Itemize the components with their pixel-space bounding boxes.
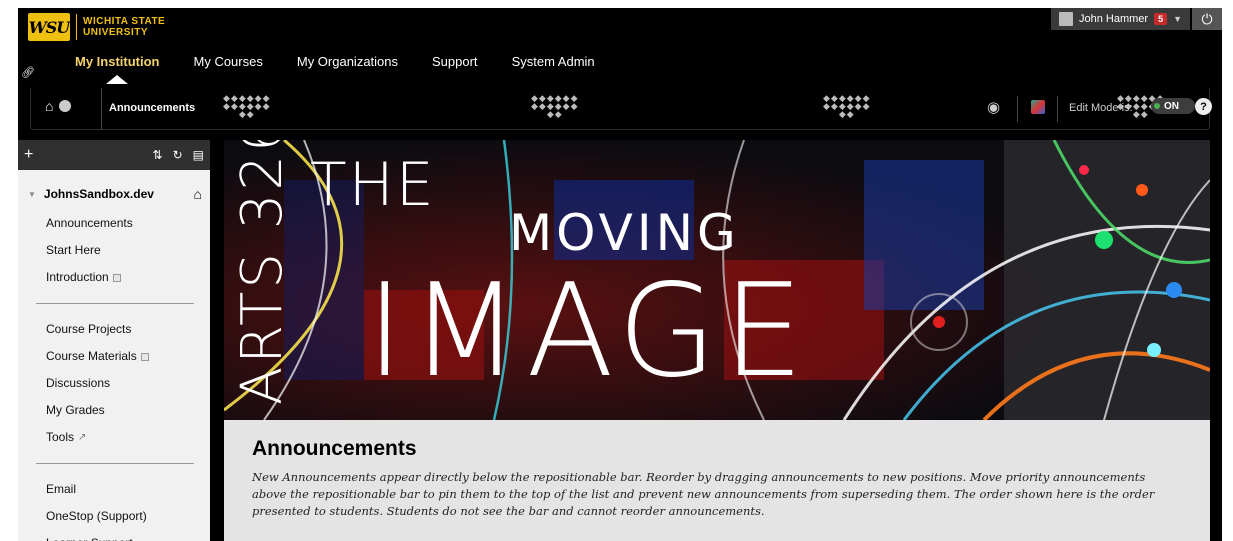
course-banner: ARTS 326 THE MOVING IMAGE: [224, 140, 1210, 420]
sidebar-item-course-materials[interactable]: Course Materials: [18, 343, 210, 370]
sidebar-item-announcements[interactable]: Announcements: [18, 210, 210, 237]
logo-mark: WSU: [28, 13, 70, 41]
sidebar-item-label: Email: [46, 482, 77, 496]
divider: [1017, 96, 1018, 122]
divider: [1057, 96, 1058, 122]
sidebar-item-label: Start Here: [46, 243, 101, 257]
add-menu-item-button[interactable]: +: [24, 146, 33, 164]
dots-decoration: ◆◆◆◆◆◆ ◆◆◆◆◆◆ ◆◆: [823, 93, 871, 119]
dots-decoration: ◆◆◆◆◆◆ ◆◆◆◆◆◆ ◆◆: [223, 93, 271, 119]
chevron-down-icon: ▼: [1173, 14, 1182, 24]
sidebar-item-tools[interactable]: Tools ↗: [18, 424, 210, 451]
user-menu-button[interactable]: John Hammer 5 ▼: [1050, 8, 1190, 30]
content-area-icon: [140, 352, 149, 361]
banner-title-line-1: THE: [310, 150, 436, 220]
sidebar-item-learner-support[interactable]: Learner Support: [18, 530, 210, 541]
edit-mode-label: Edit Mode is:: [1069, 102, 1133, 114]
sidebar-item-my-grades[interactable]: My Grades: [18, 397, 210, 424]
main-tabs: My Institution My Courses My Organizatio…: [58, 54, 612, 84]
breadcrumb-title: Announcements: [109, 102, 196, 114]
help-icon[interactable]: ?: [1195, 98, 1212, 115]
tab-label: My Organizations: [296, 54, 399, 69]
logo-line-2: UNIVERSITY: [83, 27, 149, 38]
home-icon: ⌂: [45, 98, 54, 114]
announcements-description: New Announcements appear directly below …: [252, 470, 1155, 518]
menu-circle-icon: [59, 100, 72, 112]
announcements-panel: Announcements New Announcements appear d…: [224, 420, 1210, 541]
link-icon[interactable]: 🔗︎: [21, 66, 35, 79]
avatar: [1058, 12, 1073, 26]
reorder-icon[interactable]: ⇅: [153, 148, 163, 162]
global-header: WSU WICHITA STATE UNIVERSITY John Hammer…: [18, 8, 1222, 88]
wsu-logo[interactable]: WSU WICHITA STATE UNIVERSITY: [28, 13, 165, 41]
banner-title-line-2: MOVING: [509, 204, 740, 262]
sidebar-item-introduction[interactable]: Introduction: [18, 264, 210, 291]
sidebar-item-email[interactable]: Email: [18, 476, 210, 503]
tab-my-institution[interactable]: My Institution: [58, 54, 177, 84]
course-menu-toolbar: + ⇅ ↻ ▤: [18, 140, 210, 170]
sidebar-item-discussions[interactable]: Discussions: [18, 370, 210, 397]
tab-label: System Admin: [511, 54, 595, 69]
active-tab-indicator: [106, 75, 129, 84]
theme-color-icon[interactable]: [1031, 100, 1045, 114]
sidebar-item-label: Course Materials: [46, 349, 137, 363]
tab-my-organizations[interactable]: My Organizations: [280, 54, 415, 69]
sidebar-item-label: Announcements: [46, 216, 133, 230]
course-title[interactable]: ▼ JohnsSandbox.dev ⌂: [18, 170, 210, 202]
notification-badge: 5: [1154, 13, 1168, 25]
divider: [36, 303, 194, 304]
logo-divider: [76, 14, 77, 40]
external-link-icon: ↗: [78, 432, 87, 443]
sidebar-item-onestop[interactable]: OneStop (Support): [18, 503, 210, 530]
tab-support[interactable]: Support: [415, 54, 495, 69]
course-menu: + ⇅ ↻ ▤ ▼ JohnsSandbox.dev ⌂ Announcemen…: [18, 140, 210, 541]
banner-title-line-3: IMAGE: [366, 257, 810, 406]
sidebar-item-label: My Grades: [46, 403, 105, 417]
main-content: ARTS 326 THE MOVING IMAGE Announcements …: [224, 140, 1210, 541]
edit-mode-value: ON: [1164, 100, 1179, 112]
divider: [36, 463, 194, 464]
student-preview-icon[interactable]: ◉: [987, 98, 1000, 116]
logo-text: WICHITA STATE UNIVERSITY: [83, 16, 165, 38]
sidebar-item-label: Discussions: [46, 376, 111, 390]
refresh-icon[interactable]: ↻: [173, 148, 183, 162]
sidebar-item-label: Tools: [46, 430, 75, 444]
sidebar-item-label: OneStop (Support): [46, 509, 147, 523]
sidebar-item-label: Course Projects: [46, 322, 132, 336]
breadcrumb-bar: ⌂ Announcements ◆◆◆◆◆◆ ◆◆◆◆◆◆ ◆◆ ◆◆◆◆◆◆ ◆◆◆…: [30, 88, 1212, 130]
sidebar-item-start-here[interactable]: Start Here: [18, 237, 210, 264]
sidebar-item-course-projects[interactable]: Course Projects: [18, 316, 210, 343]
menu-tools: ⇅ ↻ ▤: [153, 148, 204, 162]
tab-label: Support: [432, 54, 478, 69]
toggle-status-dot: [1154, 103, 1160, 109]
dots-decoration: ◆◆◆◆◆◆ ◆◆◆◆◆◆ ◆◆: [531, 93, 579, 119]
power-icon: ⏻: [1201, 10, 1213, 27]
tab-system-admin[interactable]: System Admin: [495, 54, 612, 69]
banner-course-code: ARTS 326: [230, 140, 295, 405]
tab-my-courses[interactable]: My Courses: [177, 54, 280, 69]
user-menu: John Hammer 5 ▼ ⏻: [1050, 8, 1222, 30]
divider: [101, 88, 102, 130]
tab-label: My Institution: [75, 54, 160, 69]
edit-mode-toggle[interactable]: ON: [1151, 98, 1195, 114]
sidebar-item-label: Introduction: [46, 270, 109, 284]
sidebar-item-label: Learner Support: [46, 530, 133, 541]
collapse-triangle-icon[interactable]: ▼: [28, 190, 36, 199]
folder-view-icon[interactable]: ▤: [193, 148, 204, 162]
user-name: John Hammer: [1078, 13, 1149, 25]
browser-window: WSU WICHITA STATE UNIVERSITY John Hammer…: [18, 8, 1222, 541]
content-area-icon: [112, 273, 121, 282]
logout-button[interactable]: ⏻: [1192, 8, 1222, 30]
home-icon[interactable]: ⌂: [194, 186, 202, 202]
tab-label: My Courses: [193, 54, 263, 69]
page-title: Announcements: [252, 437, 417, 460]
course-name: JohnsSandbox.dev: [43, 187, 154, 201]
logo-line-1: WICHITA STATE: [83, 16, 166, 27]
breadcrumb-home[interactable]: ⌂: [45, 98, 72, 114]
